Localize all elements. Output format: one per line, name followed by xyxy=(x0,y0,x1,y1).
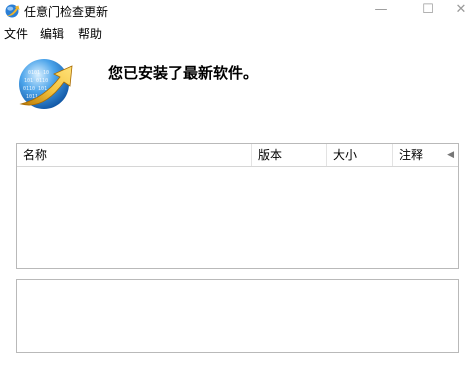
maximize-button[interactable]: ☐ xyxy=(408,0,448,22)
column-header-comment[interactable]: 注释 ◀ xyxy=(392,144,458,166)
close-button[interactable]: ✕ xyxy=(451,0,471,22)
update-list[interactable]: 名称 版本 大小 注释 ◀ xyxy=(16,143,459,269)
svg-text:0101 10: 0101 10 xyxy=(28,70,49,76)
column-comment-label: 注释 xyxy=(399,148,424,162)
details-box[interactable] xyxy=(16,279,459,353)
header-banner: 0101 10 101 0110 0110 101 1011 01 您已安装了最… xyxy=(0,42,471,128)
window-title: 任意门检查更新 xyxy=(24,5,109,19)
menu-bar: 文件 编辑 帮助 xyxy=(0,22,471,42)
list-header: 名称 版本 大小 注释 ◀ xyxy=(17,144,458,167)
sort-arrow-icon: ◀ xyxy=(447,150,454,160)
app-icon xyxy=(5,4,20,18)
title-bar: 任意门检查更新 — ☐ ✕ xyxy=(0,0,471,22)
menu-edit[interactable]: 编辑 xyxy=(40,25,64,42)
column-version-label: 版本 xyxy=(258,148,283,162)
menu-help[interactable]: 帮助 xyxy=(78,25,102,42)
column-header-name[interactable]: 名称 xyxy=(17,144,251,166)
column-name-label: 名称 xyxy=(23,148,48,162)
status-message: 您已安装了最新软件。 xyxy=(108,64,259,82)
globe-update-icon: 0101 10 101 0110 0110 101 1011 01 xyxy=(19,59,73,109)
svg-text:0110 101: 0110 101 xyxy=(23,86,47,92)
minimize-button[interactable]: — xyxy=(361,0,401,22)
menu-file[interactable]: 文件 xyxy=(4,25,28,42)
column-header-size[interactable]: 大小 xyxy=(326,144,392,166)
column-header-version[interactable]: 版本 xyxy=(251,144,326,166)
column-size-label: 大小 xyxy=(333,148,358,162)
svg-text:101 0110: 101 0110 xyxy=(24,78,48,84)
